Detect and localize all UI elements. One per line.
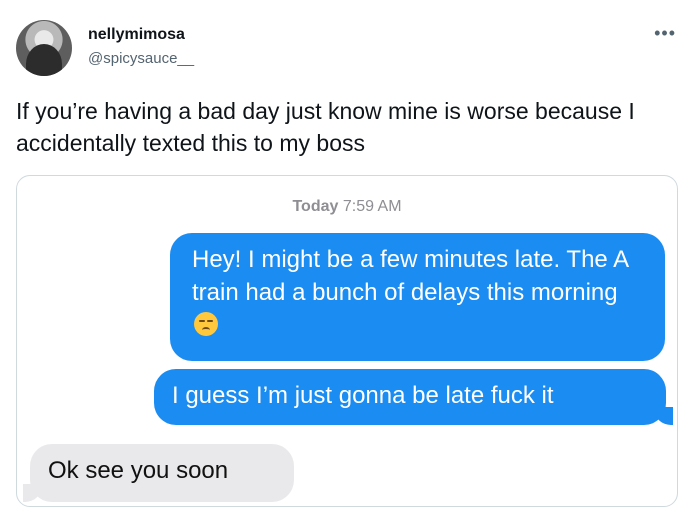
received-message-bubble: Ok see you soon — [23, 444, 294, 502]
sent-message-bubble: Hey! I might be a few minutes late. The … — [170, 233, 665, 361]
tweet-text: If you’re having a bad day just know min… — [16, 98, 635, 156]
message-text: Ok see you soon — [48, 457, 229, 484]
sent-message-bubble: I guess I’m just gonna be late fuck it — [154, 369, 673, 425]
avatar[interactable] — [16, 20, 72, 76]
timestamp-time: 7:59 AM — [342, 198, 402, 215]
timestamp-day: Today — [292, 198, 339, 215]
message-text: I guess I’m just gonna be late fuck it — [172, 382, 554, 409]
display-name[interactable]: nellymimosa — [88, 26, 185, 44]
message-text: Hey! I might be a few minutes late. The … — [192, 246, 628, 306]
screenshot-media[interactable]: Today 7:59 AM Hey! I might be a few minu… — [16, 175, 678, 507]
more-options-icon[interactable]: ••• — [654, 24, 676, 42]
pensive-face-icon — [194, 312, 218, 336]
handle[interactable]: @spicysauce__ — [88, 50, 194, 67]
message-timestamp: Today 7:59 AM — [17, 198, 677, 216]
